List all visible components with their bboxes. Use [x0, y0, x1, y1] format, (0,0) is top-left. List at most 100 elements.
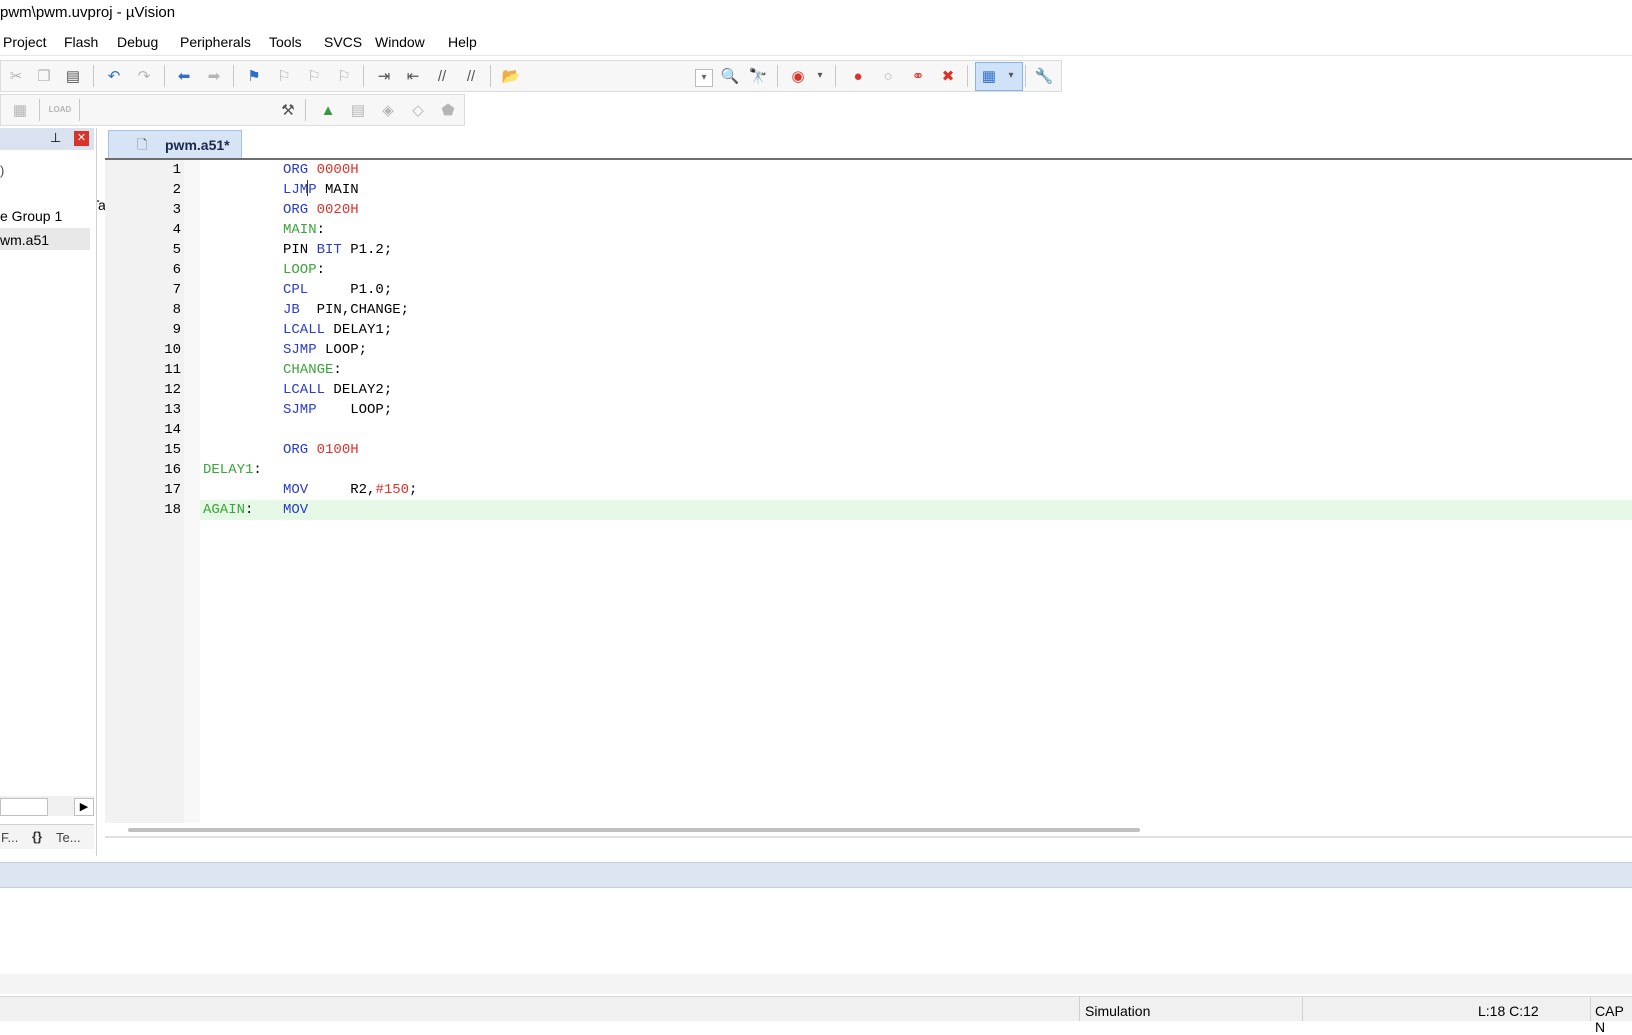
- code-line[interactable]: ORG 0100H: [203, 442, 1603, 462]
- tree-item-target[interactable]: ): [0, 163, 4, 178]
- pin-icon[interactable]: ⊥: [50, 130, 61, 146]
- scrollbar-thumb[interactable]: [0, 798, 48, 816]
- tree-item-source-group[interactable]: e Group 1: [0, 208, 62, 224]
- toolbar-separator: [233, 65, 234, 87]
- line-number: 13: [164, 402, 181, 418]
- code-line[interactable]: AGAIN: MOV: [203, 502, 1603, 522]
- editor-scrollbar-thumb[interactable]: [128, 828, 1140, 832]
- open-file-icon[interactable]: 📂: [500, 65, 522, 87]
- code-token: ORG: [283, 162, 309, 178]
- disable-all-breakpoints-icon[interactable]: ✖: [937, 65, 959, 87]
- next-bookmark-icon[interactable]: ⚐: [303, 65, 325, 87]
- menu-peripherals[interactable]: Peripherals: [180, 34, 251, 50]
- menu-debug[interactable]: Debug: [117, 34, 158, 50]
- navigate-forward-icon[interactable]: ➡: [203, 65, 225, 87]
- prev-bookmark-icon[interactable]: ⚐: [273, 65, 295, 87]
- project-items-icon[interactable]: ▤: [347, 99, 369, 121]
- unindent-icon[interactable]: ⇤: [402, 65, 424, 87]
- run-time-environment-icon[interactable]: ⬟: [437, 99, 459, 121]
- bookmark-icon[interactable]: ⚑: [243, 65, 265, 87]
- find-dropdown[interactable]: ▾: [695, 69, 713, 87]
- code-token: LCALL: [283, 382, 326, 398]
- code-line[interactable]: LCALL DELAY2;: [203, 382, 1603, 402]
- code-line[interactable]: LOOP:: [203, 262, 1603, 282]
- debug-session-icon[interactable]: ◉: [787, 65, 809, 87]
- code-line[interactable]: LCALL DELAY1;: [203, 322, 1603, 342]
- code-line[interactable]: MAIN:: [203, 222, 1603, 242]
- code-token: DELAY1;: [325, 322, 393, 338]
- disable-breakpoint-icon[interactable]: ○: [877, 65, 899, 87]
- code-line[interactable]: PIN BIT P1.2;: [203, 242, 1603, 262]
- tab-functions[interactable]: F...: [1, 830, 18, 845]
- code-token: ;: [409, 482, 418, 498]
- code-line[interactable]: DELAY1:: [203, 462, 1603, 482]
- code-line[interactable]: CHANGE:: [203, 362, 1603, 382]
- menu-svcs[interactable]: SVCS: [324, 34, 362, 50]
- code-token: SJMP: [283, 342, 317, 358]
- status-separator: [1079, 997, 1080, 1021]
- code-line[interactable]: MOV R2,#150;: [203, 482, 1603, 502]
- copy-icon[interactable]: ❐: [33, 65, 55, 87]
- comment-icon[interactable]: //: [431, 65, 453, 87]
- build-output-panel[interactable]: [0, 888, 1632, 974]
- tab-templates[interactable]: Te...: [56, 830, 81, 845]
- breakpoint-icon[interactable]: ●: [847, 65, 869, 87]
- code-token: :: [333, 362, 342, 378]
- tab-label: pwm.a51*: [165, 137, 230, 153]
- manage-components-icon[interactable]: ▲: [317, 99, 339, 121]
- code-line[interactable]: ORG 0000H: [203, 162, 1603, 182]
- redo-icon[interactable]: ↷: [133, 65, 155, 87]
- toolbar-separator: [490, 65, 491, 87]
- code-line[interactable]: LJMP MAIN: [203, 182, 1603, 202]
- code-line[interactable]: ORG 0020H: [203, 202, 1603, 222]
- find-in-files-icon[interactable]: 🔭: [747, 65, 769, 87]
- load-icon[interactable]: LOAD: [49, 99, 72, 121]
- code-line[interactable]: JB PIN,CHANGE;: [203, 302, 1603, 322]
- paste-icon[interactable]: ▤: [62, 65, 84, 87]
- code-label: AGAIN: [203, 502, 246, 518]
- configure-icon[interactable]: 🔧: [1033, 65, 1055, 87]
- tree-item-selected[interactable]: wm.a51: [0, 228, 90, 250]
- menu-project[interactable]: Project: [3, 34, 47, 50]
- code-line[interactable]: [203, 422, 1603, 442]
- kill-breakpoints-icon[interactable]: ⚭: [907, 65, 929, 87]
- code-line[interactable]: SJMP LOOP;: [203, 402, 1603, 422]
- target-options-icon[interactable]: ⚒: [277, 99, 299, 121]
- label-colon: :: [253, 462, 262, 478]
- line-number: 11: [164, 362, 181, 378]
- navigate-back-icon[interactable]: ⬅: [173, 65, 195, 87]
- menu-window[interactable]: Window: [375, 34, 425, 50]
- select-software-packs-icon[interactable]: ◈: [377, 99, 399, 121]
- code-line[interactable]: CPL P1.0;: [203, 282, 1603, 302]
- chevron-down-icon[interactable]: ▾: [809, 65, 831, 87]
- line-number: 15: [164, 442, 181, 458]
- undo-icon[interactable]: ↶: [103, 65, 125, 87]
- code-line[interactable]: SJMP LOOP;: [203, 342, 1603, 362]
- close-icon[interactable]: ✕: [74, 131, 89, 146]
- main-toolbar: ✂ ❐ ▤ ↶ ↷ ⬅ ➡ ⚑ ⚐ ⚐ ⚐ ⇥ ⇤ // // 📂 ▾ 🔍 🔭 …: [0, 60, 1062, 92]
- label-colon: :: [245, 502, 254, 518]
- code-token: PIN: [283, 242, 317, 258]
- chevron-right-icon[interactable]: ▶: [74, 798, 94, 816]
- menu-help[interactable]: Help: [448, 34, 477, 50]
- cut-icon[interactable]: ✂: [5, 65, 27, 87]
- menu-tools[interactable]: Tools: [269, 34, 302, 50]
- panel-scrollbar[interactable]: ▶: [0, 796, 94, 816]
- line-number: 17: [164, 482, 181, 498]
- uncomment-icon[interactable]: //: [460, 65, 482, 87]
- toolbar-separator: [777, 65, 778, 87]
- line-number: 5: [172, 242, 181, 258]
- tab-pwm-a51[interactable]: 🗋 pwm.a51*: [108, 130, 242, 159]
- toolbar-separator: [363, 65, 364, 87]
- line-number: 4: [172, 222, 181, 238]
- clear-bookmarks-icon[interactable]: ⚐: [333, 65, 355, 87]
- translate-icon[interactable]: ▦: [9, 99, 31, 121]
- pack-installer-icon[interactable]: ◇: [407, 99, 429, 121]
- code-instruction: LCALL DELAY1;: [283, 322, 392, 338]
- toolbar-separator: [835, 65, 836, 87]
- find-icon[interactable]: 🔍: [719, 65, 741, 87]
- window-layout-button[interactable]: ▦ ▾: [975, 62, 1023, 91]
- indent-icon[interactable]: ⇥: [373, 65, 395, 87]
- menu-flash[interactable]: Flash: [64, 34, 98, 50]
